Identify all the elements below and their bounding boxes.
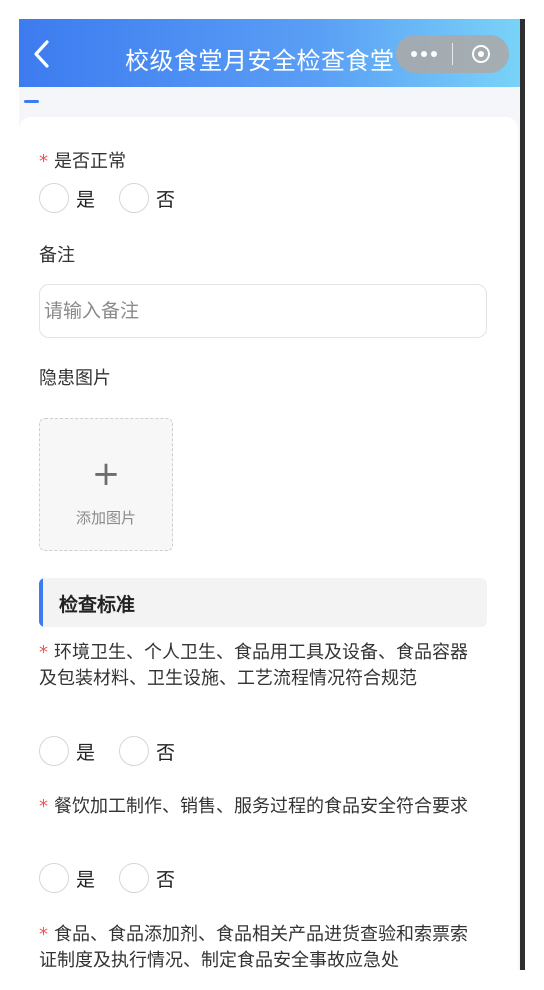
frame-edge [520,19,525,970]
radio-yes[interactable]: 是 [39,736,95,766]
hazard-images-label: 隐患图片 [39,368,111,389]
more-dots-icon [411,51,437,57]
close-button[interactable] [453,45,509,63]
more-button[interactable] [396,51,452,57]
required-mark: * [39,642,48,663]
required-mark: * [39,924,48,945]
radio-circle[interactable] [119,736,150,766]
remark-label: 备注 [39,245,75,266]
radio-no[interactable]: 否 [119,736,175,766]
criteria-item-label: * 餐饮加工制作、销售、服务过程的食品安全符合要求 [39,796,468,817]
criteria-item-label: * 食品、食品添加剂、食品相关产品进货查验和索票索证制度及执行情况、制定食品安全事… [39,924,468,970]
nav-header: 校级食堂月安全检查食堂 [19,19,520,87]
form-card: *是否正常 是 否 备注 隐患图片 + 添加图片 检查标准 *环境卫生、个人 [19,117,518,970]
radio-no[interactable]: 否 [119,863,175,893]
radio-circle[interactable] [39,863,69,893]
normal-radio-group: 是 否 [39,183,199,213]
normal-question-label: * 是否正常 [39,151,126,172]
plus-icon: + [91,454,121,494]
remark-field[interactable] [39,284,487,338]
radio-no[interactable]: 否 [119,183,175,213]
section-accent-bar [39,578,43,627]
criteria-item-label: * 环境卫生、个人卫生、食品用工具及设备、食品容器及包装材料、卫生设施、工艺流程情… [39,642,468,689]
mini-program-capsule [396,35,509,73]
radio-circle[interactable] [119,863,150,893]
radio-circle[interactable] [119,183,150,213]
page-title: 校级食堂月安全检查食堂 [125,47,395,75]
radio-circle[interactable] [39,183,69,213]
add-image-button[interactable]: + 添加图片 [39,418,173,551]
target-circle-icon [472,45,490,63]
back-button[interactable] [29,39,55,69]
required-mark: * [39,796,48,817]
radio-yes[interactable]: 是 [39,863,95,893]
tab-indicator [24,100,39,103]
add-image-label: 添加图片 [75,509,136,527]
phone-screen: 校级食堂月安全检查食堂 * 是否正常 是 否 备注 请输入备注 隐患图片 + 添… [19,19,520,970]
radio-yes[interactable]: 是 [39,183,95,213]
section-title: 检查标准 [59,594,136,616]
radio-circle[interactable] [39,736,69,766]
remark-input[interactable] [42,299,486,323]
criteria-radio-group: 是 否 [39,736,199,766]
criteria-radio-group: 是 否 [39,863,199,893]
section-header: 检查标准 [39,578,487,627]
chevron-left-icon [34,40,49,68]
required-mark: * [39,151,48,172]
